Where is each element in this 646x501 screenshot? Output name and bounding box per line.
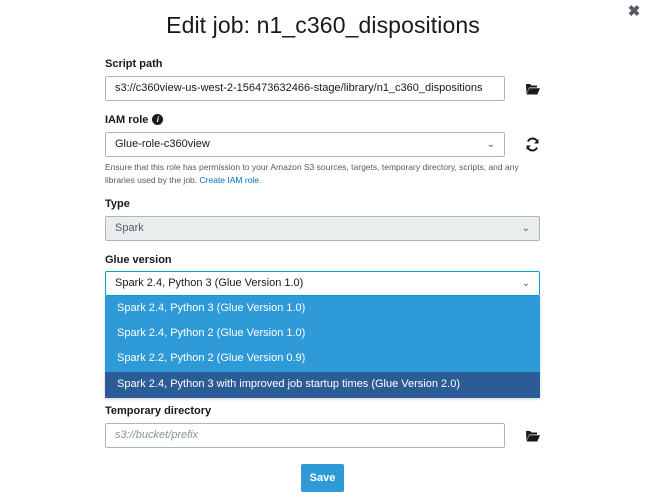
dialog-title: Edit job: n1_c360_dispositions (166, 12, 480, 38)
glue-version-option[interactable]: Spark 2.4, Python 3 (Glue Version 1.0) (105, 296, 540, 321)
script-path-input[interactable]: s3://c360view-us-west-2-156473632466-sta… (105, 76, 505, 101)
temp-dir-input[interactable]: s3://bucket/prefix (105, 423, 505, 448)
iam-role-help-text: Ensure that this role has permission to … (105, 162, 519, 185)
chevron-down-icon: ⌄ (521, 278, 530, 289)
glue-version-option-highlighted[interactable]: Spark 2.4, Python 3 with improved job st… (105, 372, 540, 398)
glue-version-value: Spark 2.4, Python 3 (Glue Version 1.0) (115, 277, 304, 289)
temp-dir-label: Temporary directory (105, 405, 212, 417)
close-icon[interactable]: ✖ (627, 4, 641, 20)
glue-version-select[interactable]: Spark 2.4, Python 3 (Glue Version 1.0) ⌄ (105, 271, 540, 296)
iam-role-label: IAM role i (105, 114, 164, 126)
glue-version-label: Glue version (105, 254, 172, 266)
iam-role-value: Glue-role-c360view (115, 138, 210, 150)
iam-role-label-text: IAM role (105, 114, 149, 126)
folder-open-icon[interactable] (525, 429, 541, 445)
chevron-down-icon: ⌄ (486, 139, 495, 150)
iam-role-select[interactable]: Glue-role-c360view ⌄ (105, 132, 505, 157)
create-iam-role-link[interactable]: Create IAM role. (200, 175, 262, 185)
folder-open-icon[interactable] (525, 82, 541, 98)
info-icon[interactable]: i (152, 114, 164, 125)
glue-version-option[interactable]: Spark 2.4, Python 2 (Glue Version 1.0) (105, 321, 540, 346)
save-button[interactable]: Save (301, 464, 344, 492)
temp-dir-placeholder: s3://bucket/prefix (115, 429, 199, 441)
glue-version-dropdown: Spark 2.4, Python 3 (Glue Version 1.0) S… (105, 296, 540, 398)
script-path-label: Script path (105, 58, 163, 70)
script-path-value: s3://c360view-us-west-2-156473632466-sta… (115, 82, 483, 94)
type-label: Type (105, 198, 130, 210)
type-select: Spark ⌄ (105, 216, 540, 241)
refresh-icon[interactable] (525, 137, 541, 153)
glue-version-option[interactable]: Spark 2.2, Python 2 (Glue Version 0.9) (105, 346, 540, 371)
chevron-down-icon: ⌄ (521, 223, 530, 234)
iam-role-help: Ensure that this role has permission to … (105, 161, 535, 187)
type-value: Spark (115, 222, 144, 234)
